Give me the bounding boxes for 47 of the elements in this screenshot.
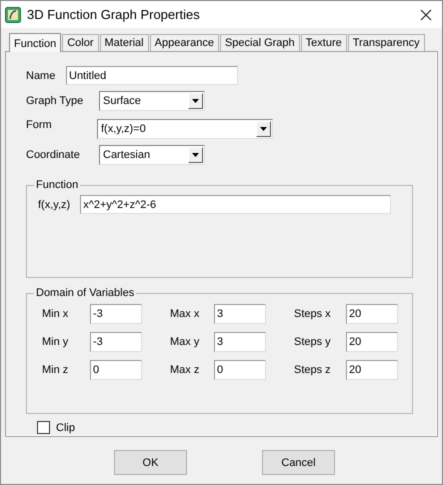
group-title: Function: [34, 179, 80, 191]
close-icon[interactable]: [420, 8, 432, 20]
group-title: Domain of Variables: [34, 287, 136, 299]
number-input-field[interactable]: 20: [346, 332, 398, 352]
tab[interactable]: Function: [9, 33, 62, 52]
number-input-field[interactable]: 3: [214, 304, 266, 324]
field-label: Graph Type: [26, 95, 84, 107]
field-label: Steps y: [294, 336, 332, 348]
checkbox-label: Clip: [56, 422, 75, 434]
number-input-field[interactable]: 20: [346, 360, 398, 380]
form-dropdown[interactable]: f(x,y,z)=0: [97, 119, 273, 139]
clip-checkbox[interactable]: [37, 421, 50, 434]
caret-icon: [192, 99, 199, 103]
field-label: Max z: [170, 364, 200, 376]
number-input-field[interactable]: 0: [214, 360, 266, 380]
name-input-field[interactable]: Untitled: [66, 66, 238, 85]
field-label: Max x: [170, 308, 200, 320]
tab[interactable]: Transparency: [348, 34, 425, 51]
field-label: Max y: [170, 336, 200, 348]
number-input-field[interactable]: 20: [346, 304, 398, 324]
number-input-field[interactable]: 3: [214, 332, 266, 352]
tab[interactable]: Color: [62, 34, 98, 51]
field-label: Form: [26, 119, 53, 131]
field-label: Steps z: [294, 364, 332, 376]
tab[interactable]: Special Graph: [220, 34, 300, 51]
field-label: Min z: [42, 364, 70, 376]
field-label: Name: [26, 70, 56, 82]
ok-button[interactable]: OK: [114, 450, 187, 475]
field-label: Steps x: [294, 308, 332, 320]
number-input-field[interactable]: -3: [90, 332, 142, 352]
tab[interactable]: Appearance: [150, 34, 219, 51]
tab[interactable]: Texture: [300, 34, 347, 51]
cancel-button[interactable]: Cancel: [262, 450, 335, 475]
field-label: Coordinate: [26, 149, 81, 161]
app-icon: [5, 6, 21, 22]
tab[interactable]: Material: [100, 34, 149, 51]
function-input-field[interactable]: x^2+y^2+z^2-6: [80, 195, 392, 214]
field-label: Min x: [42, 308, 70, 320]
coordinate-dropdown[interactable]: Cartesian: [99, 145, 205, 165]
number-input-field[interactable]: 0: [90, 360, 142, 380]
field-label: Min y: [42, 336, 70, 348]
caret-icon: [260, 127, 267, 131]
graph-type-dropdown[interactable]: Surface: [99, 91, 205, 111]
window-title: 3D Function Graph Properties: [27, 7, 201, 22]
caret-icon: [192, 153, 199, 157]
number-input-field[interactable]: -3: [90, 304, 142, 324]
field-label: f(x,y,z): [38, 198, 70, 210]
